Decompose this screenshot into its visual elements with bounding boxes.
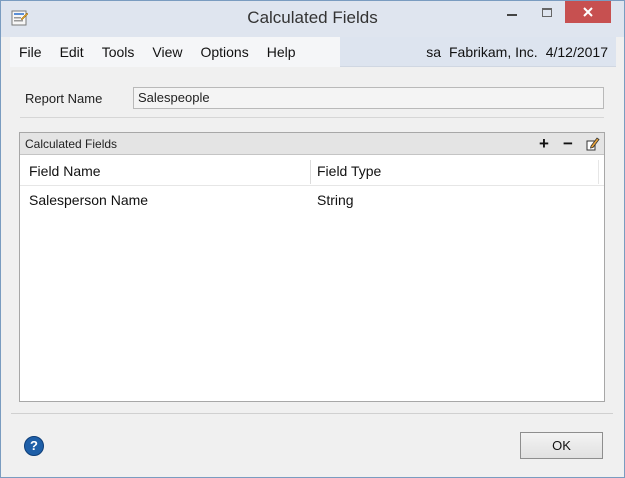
user-id: sa bbox=[426, 44, 441, 60]
menu-help[interactable]: Help bbox=[258, 37, 305, 67]
menu-items: File Edit Tools View Options Help bbox=[10, 37, 340, 67]
dialog-window: Calculated Fields File Edit Tools View O… bbox=[0, 0, 625, 478]
close-icon bbox=[583, 7, 593, 17]
menu-edit[interactable]: Edit bbox=[51, 37, 93, 67]
grid-header: Field Name Field Type bbox=[20, 156, 604, 186]
pencil-icon bbox=[586, 137, 600, 151]
menu-view[interactable]: View bbox=[143, 37, 191, 67]
help-button[interactable]: ? bbox=[24, 436, 44, 456]
table-row[interactable]: Salesperson Name String bbox=[20, 187, 604, 213]
title-bar[interactable]: Calculated Fields bbox=[1, 1, 624, 37]
panel-title: Calculated Fields bbox=[25, 137, 118, 151]
column-header-field-type[interactable]: Field Type bbox=[317, 156, 602, 186]
add-field-button[interactable]: + bbox=[535, 134, 553, 154]
company-name: Fabrikam, Inc. bbox=[449, 44, 538, 60]
user-date: 4/12/2017 bbox=[545, 44, 608, 60]
menu-tools[interactable]: Tools bbox=[93, 37, 144, 67]
minimize-button[interactable] bbox=[498, 1, 526, 23]
ok-button[interactable]: OK bbox=[520, 432, 603, 459]
maximize-button[interactable] bbox=[533, 1, 561, 23]
report-name-label: Report Name bbox=[25, 91, 103, 106]
column-separator[interactable] bbox=[310, 160, 311, 184]
edit-field-button[interactable] bbox=[583, 134, 601, 154]
close-button[interactable] bbox=[565, 1, 611, 23]
cell-field-name: Salesperson Name bbox=[29, 192, 149, 208]
panel-header: Calculated Fields + − bbox=[20, 133, 604, 155]
column-header-field-name[interactable]: Field Name bbox=[29, 156, 314, 186]
cell-field-type: String bbox=[317, 192, 354, 208]
calculated-fields-panel: Calculated Fields + − Field Name Field T… bbox=[19, 132, 605, 402]
divider bbox=[20, 117, 604, 118]
report-name-field: Salespeople bbox=[133, 87, 604, 109]
maximize-icon bbox=[542, 7, 552, 17]
footer-divider bbox=[11, 413, 613, 414]
menu-file[interactable]: File bbox=[10, 37, 51, 67]
minimize-icon bbox=[507, 14, 517, 16]
window-title: Calculated Fields bbox=[247, 8, 378, 27]
menu-bar: File Edit Tools View Options Help sa Fab… bbox=[10, 37, 616, 67]
remove-field-button[interactable]: − bbox=[559, 134, 577, 154]
menu-options[interactable]: Options bbox=[191, 37, 257, 67]
session-info: sa Fabrikam, Inc. 4/12/2017 bbox=[426, 37, 608, 67]
column-separator bbox=[598, 160, 599, 184]
help-icon: ? bbox=[30, 438, 38, 453]
